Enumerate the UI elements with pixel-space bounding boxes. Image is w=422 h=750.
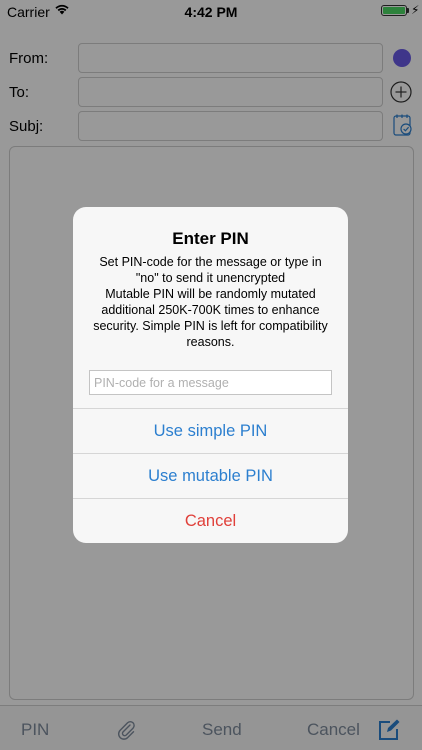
dialog-message: Set PIN-code for the message or type in … — [93, 255, 328, 349]
use-mutable-pin-button[interactable]: Use mutable PIN — [73, 453, 348, 498]
dialog-cancel-button[interactable]: Cancel — [73, 498, 348, 543]
use-simple-pin-button[interactable]: Use simple PIN — [73, 408, 348, 453]
dialog-title: Enter PIN — [172, 229, 249, 248]
enter-pin-dialog: Enter PIN Set PIN-code for the message o… — [73, 207, 348, 543]
pin-input[interactable] — [89, 370, 332, 395]
